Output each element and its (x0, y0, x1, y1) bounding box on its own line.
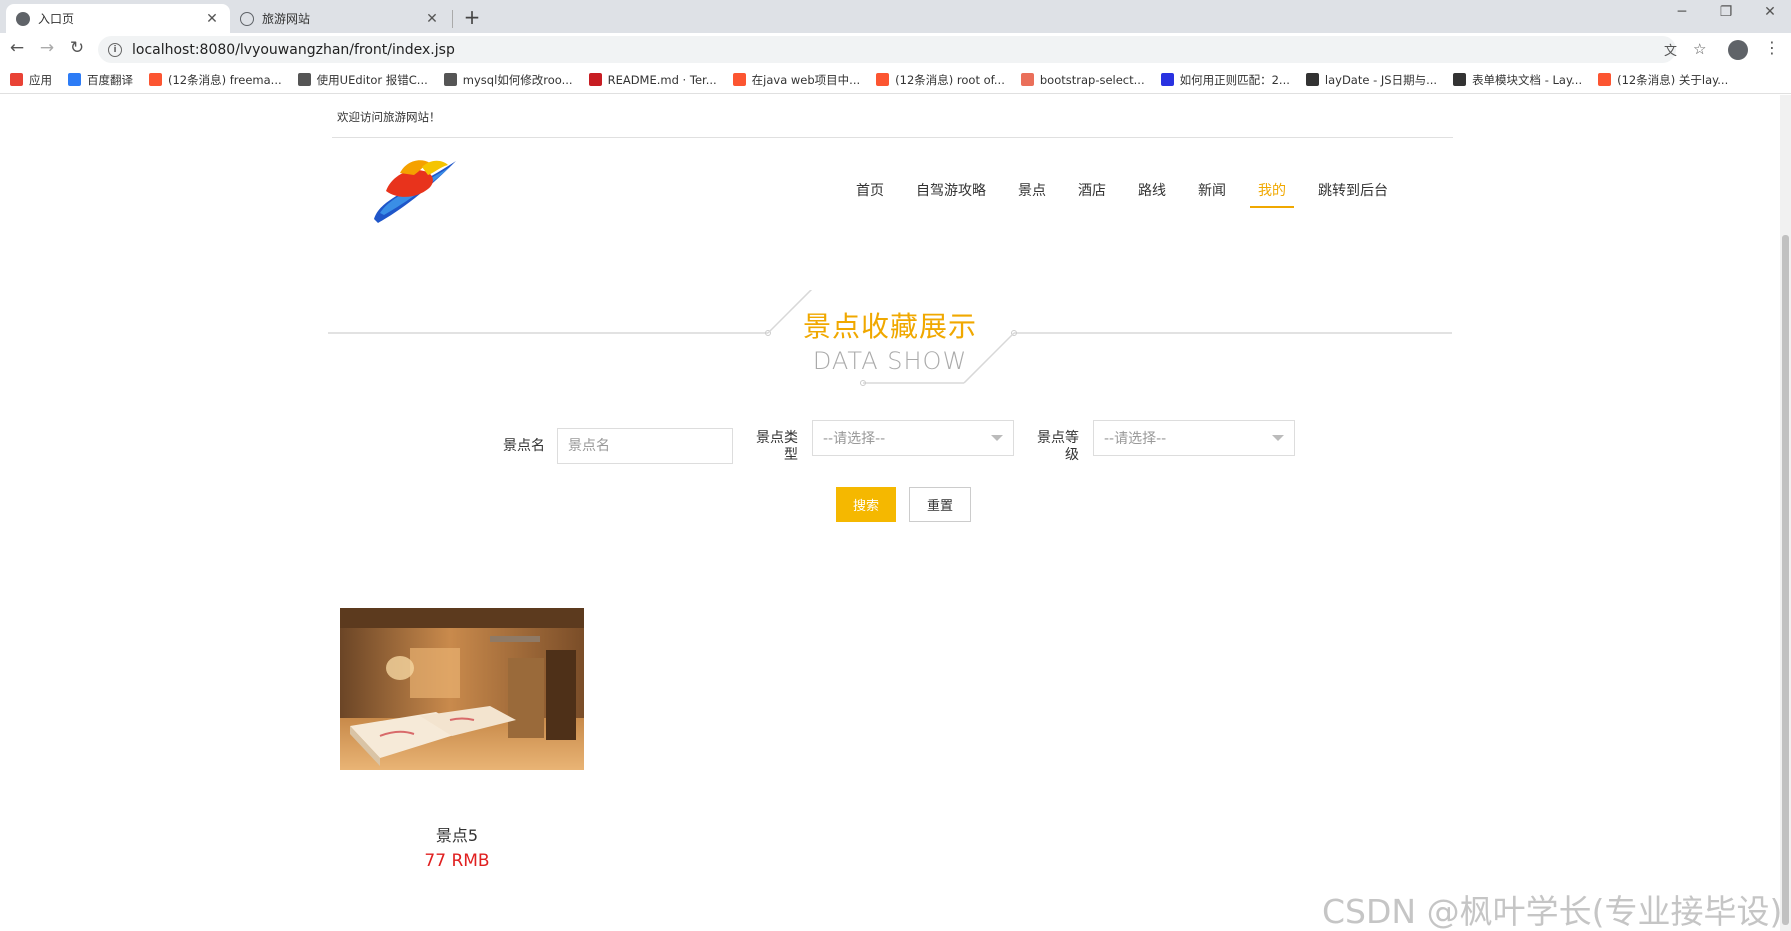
card-title[interactable]: 景点5 (340, 822, 574, 846)
bookmark-item[interactable]: 表单模块文档 - Lay... (1453, 72, 1582, 88)
level-label: 景点等级 (1037, 430, 1079, 463)
card-price: 77 RMB (424, 851, 490, 871)
bookmark-item[interactable]: (12条消息) root of... (876, 72, 1005, 88)
browser-tab-active[interactable]: 入口页 ✕ (6, 4, 230, 33)
level-select[interactable]: --请选择-- (1093, 420, 1295, 456)
ueditor-icon (443, 73, 457, 86)
section-title: 景点收藏展示 (802, 310, 977, 343)
window-close-icon[interactable]: ✕ (1750, 4, 1790, 20)
nav-item[interactable]: 首页 (856, 180, 884, 210)
reset-button[interactable]: 重置 (909, 487, 971, 522)
csdn-icon (149, 73, 162, 86)
bookmark-label: (12条消息) 关于lay... (1617, 72, 1729, 87)
bookmark-item[interactable]: layDate - JS日期与... (1305, 72, 1438, 88)
bookmark-label: 应用 (29, 72, 52, 87)
site-logo[interactable] (370, 153, 460, 225)
forward-arrow-icon[interactable]: → (36, 38, 58, 58)
bookmark-item[interactable]: 在java web项目中... (732, 72, 861, 88)
baidu-paw-icon (1160, 73, 1174, 86)
url-text: localhost:8080/lvyouwangzhan/front/index… (132, 41, 455, 58)
close-icon[interactable]: ✕ (204, 11, 220, 27)
shield-icon (240, 11, 254, 26)
nav-item[interactable]: 跳转到后台 (1318, 180, 1388, 210)
hotel-room-photo[interactable] (340, 608, 584, 770)
bookmark-item[interactable]: (12条消息) 关于lay... (1598, 72, 1728, 88)
apps-grid-icon (10, 73, 23, 86)
bookmarks-bar: 应用 百度翻译 (12条消息) freema... 使用UEditor 报错C... m… (0, 66, 1791, 94)
tab-divider (452, 10, 453, 28)
address-bar[interactable]: i localhost:8080/lvyouwangzhan/front/ind… (98, 36, 1676, 63)
type-select-value: --请选择-- (823, 431, 886, 447)
web-page: 欢迎访问旅游网站！ 首页 自驾游攻略 景点 酒店 路线 新闻 我的 跳转到后台 景点收藏展示 … (0, 95, 1783, 931)
profile-avatar-icon[interactable] (1728, 40, 1748, 60)
nav-item[interactable]: 路线 (1138, 180, 1166, 210)
browser-toolbar: ← → ↻ i localhost:8080/lvyouwangzhan/fro… (0, 33, 1791, 66)
layui-icon (1453, 73, 1467, 86)
layui-icon (1305, 73, 1319, 86)
restore-icon[interactable]: ❐ (1706, 4, 1746, 20)
ueditor-icon (297, 73, 311, 86)
info-icon[interactable]: i (108, 42, 122, 57)
chevron-down-icon (1272, 435, 1284, 441)
chevron-down-icon (991, 435, 1003, 441)
bookmark-item[interactable]: mysql如何修改roo... (443, 72, 573, 88)
jianshu-icon (1020, 73, 1034, 86)
bookmark-label: bootstrap-select... (1039, 72, 1145, 87)
type-label: 景点类型 (756, 430, 798, 463)
bookmark-label: 使用UEditor 报错C... (316, 72, 428, 87)
star-icon[interactable]: ☆ (1693, 40, 1706, 58)
tab-title: 旅游网站 (262, 12, 311, 26)
nav-item[interactable]: 自驾游攻略 (916, 180, 986, 210)
welcome-text: 欢迎访问旅游网站！ (337, 110, 441, 124)
bookmark-item[interactable]: (12条消息) freema... (149, 72, 282, 88)
nav-item[interactable]: 景点 (1018, 180, 1046, 210)
page-scrollbar[interactable] (1780, 95, 1791, 931)
csdn-icon (732, 73, 746, 86)
bookmark-label: README.md · Ter... (607, 72, 717, 87)
browser-tabstrip: 入口页 ✕ 旅游网站 ✕ + ─ ❐ ✕ (0, 0, 1791, 33)
main-nav: 首页 自驾游攻略 景点 酒店 路线 新闻 我的 跳转到后台 (840, 180, 1404, 210)
bookmark-item[interactable]: 使用UEditor 报错C... (297, 72, 428, 88)
bookmark-label: mysql如何修改roo... (462, 72, 573, 87)
bookmark-label: (12条消息) freema... (168, 72, 282, 87)
name-input[interactable] (557, 428, 733, 464)
bookmark-item[interactable]: 应用 (10, 72, 52, 88)
back-arrow-icon[interactable]: ← (6, 38, 28, 58)
nav-item[interactable]: 酒店 (1078, 180, 1106, 210)
gitee-icon (588, 73, 602, 86)
bookmark-label: 表单模块文档 - Lay... (1472, 72, 1583, 87)
tab-title: 入口页 (38, 12, 75, 26)
close-icon[interactable]: ✕ (424, 11, 440, 27)
bookmark-item[interactable]: 如何用正则匹配：2... (1160, 72, 1290, 88)
bookmark-label: 百度翻译 (87, 72, 133, 87)
csdn-icon (876, 73, 890, 86)
globe-icon (16, 11, 30, 26)
search-button[interactable]: 搜索 (836, 487, 896, 522)
name-label: 景点名 (503, 438, 545, 454)
csdn-icon (1598, 73, 1612, 86)
bookmark-label: layDate - JS日期与... (1324, 72, 1438, 87)
header-divider (332, 137, 1453, 138)
type-select[interactable]: --请选择-- (812, 420, 1014, 456)
section-subtitle: DATA SHOW (812, 347, 968, 375)
bookmark-item[interactable]: 百度翻译 (68, 72, 133, 88)
bookmark-item[interactable]: bootstrap-select... (1020, 72, 1145, 87)
scrollbar-thumb[interactable] (1782, 235, 1789, 925)
reload-icon[interactable]: ↻ (66, 38, 88, 58)
bookmark-label: 在java web项目中... (751, 72, 861, 87)
new-tab-plus-icon[interactable]: + (460, 5, 484, 29)
more-menu-icon[interactable]: ⋮ (1764, 38, 1780, 57)
level-select-value: --请选择-- (1104, 431, 1167, 447)
translate-icon[interactable]: 文 (1664, 40, 1677, 59)
bookmark-item[interactable]: README.md · Ter... (588, 72, 717, 87)
baidu-translate-icon (68, 73, 81, 86)
bookmark-label: 如何用正则匹配：2... (1179, 72, 1290, 87)
nav-item[interactable]: 我的 (1250, 180, 1294, 210)
browser-tab[interactable]: 旅游网站 ✕ (230, 4, 450, 33)
minimize-icon[interactable]: ─ (1662, 4, 1702, 20)
nav-item[interactable]: 新闻 (1198, 180, 1226, 210)
bookmark-label: (12条消息) root of... (895, 72, 1005, 87)
watermark-text: CSDN @枫叶学长(专业接毕设) (1322, 892, 1783, 931)
